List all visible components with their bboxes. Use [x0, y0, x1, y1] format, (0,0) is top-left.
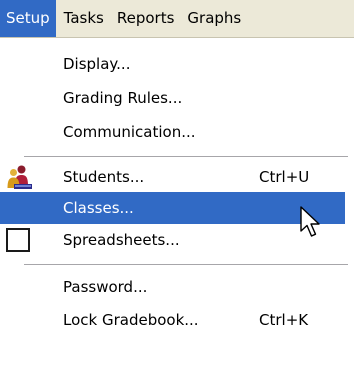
shortcut-label: Ctrl+U: [259, 168, 310, 186]
menu-separator: [24, 156, 348, 158]
menu-item-lock-gradebook[interactable]: Lock Gradebook... Ctrl+K: [0, 304, 354, 336]
menu-item-label: Students...: [63, 168, 145, 186]
app-window: Setup Tasks Reports Graphs Display... Gr…: [0, 0, 354, 389]
menu-item-students[interactable]: Students... Ctrl+U: [0, 161, 354, 193]
setup-dropdown-menu: Display... Grading Rules... Communicatio…: [0, 38, 354, 389]
menu-item-label: Grading Rules...: [63, 89, 183, 107]
menu-setup[interactable]: Setup: [0, 0, 56, 37]
menu-item-label: Communication...: [63, 123, 196, 141]
menu-item-label: Spreadsheets...: [63, 231, 180, 249]
menu-item-grading-rules[interactable]: Grading Rules...: [0, 82, 354, 114]
menu-item-display[interactable]: Display...: [0, 48, 354, 80]
menu-item-classes[interactable]: Classes...: [0, 192, 345, 224]
menu-graphs[interactable]: Graphs: [181, 0, 241, 37]
menu-reports[interactable]: Reports: [111, 0, 182, 37]
menu-item-communication[interactable]: Communication...: [0, 116, 354, 148]
students-icon: [6, 164, 32, 190]
mouse-pointer-icon: [300, 206, 322, 240]
menu-separator: [24, 264, 348, 266]
menu-item-label: Password...: [63, 278, 148, 296]
menu-bar: Setup Tasks Reports Graphs: [0, 0, 354, 38]
menu-item-label: Classes...: [63, 199, 134, 217]
menu-item-label: Display...: [63, 55, 131, 73]
shortcut-label: Ctrl+K: [259, 311, 309, 329]
menu-item-password[interactable]: Password...: [0, 271, 354, 303]
menu-item-label: Lock Gradebook...: [63, 311, 199, 329]
checkbox-icon[interactable]: [6, 228, 30, 252]
menu-tasks[interactable]: Tasks: [56, 0, 111, 37]
